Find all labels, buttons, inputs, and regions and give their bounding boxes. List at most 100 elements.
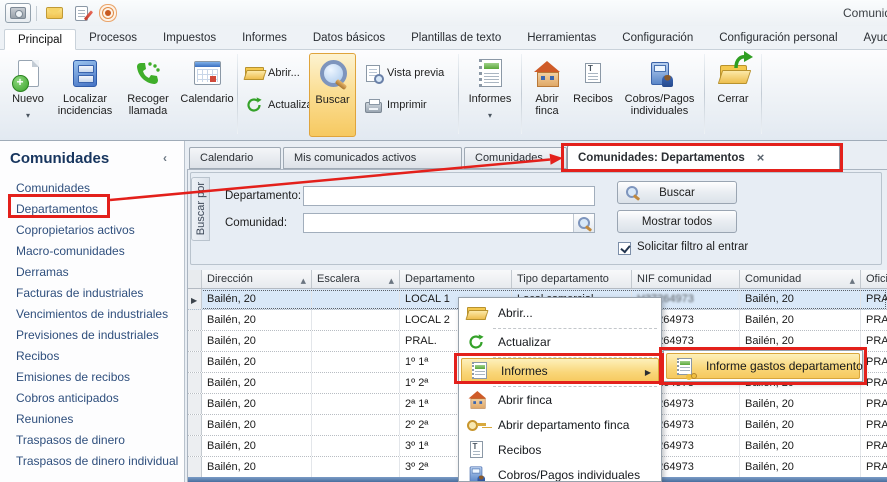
doc-tab-label: Mis comunicados activos — [294, 152, 416, 164]
report-icon — [473, 56, 507, 90]
abrir-label: Abrir... — [268, 67, 300, 79]
solicitar-filtro-checkbox[interactable] — [618, 242, 631, 255]
ribbon-tab-configuracion-personal[interactable]: Configuración personal — [706, 28, 850, 49]
sidebar-item-departamentos[interactable]: Departamentos — [16, 199, 98, 220]
column-header-direccion[interactable]: Dirección — [202, 270, 312, 288]
menu-item-abrir-departamento-finca[interactable]: Abrir departamento finca — [459, 412, 661, 437]
column-header-tipo[interactable]: Tipo departamento — [512, 270, 632, 288]
sidebar-item-emisiones[interactable]: Emisiones de recibos — [16, 367, 130, 388]
green-arrow-icon — [732, 50, 754, 70]
menu-item-actualizar[interactable]: Actualizar — [459, 329, 661, 354]
row-marker — [188, 394, 202, 414]
cell-escalera — [312, 436, 400, 456]
broadcast-button[interactable] — [95, 3, 121, 23]
recoger-llamada-button[interactable]: Recoger llamada — [119, 53, 177, 137]
folder-icon — [467, 306, 485, 320]
mail-button[interactable] — [41, 3, 67, 23]
localizar-incidencias-button[interactable]: Localizar incidencias — [53, 53, 117, 137]
cell-direccion: Bailén, 20 — [202, 352, 312, 372]
ribbon-tab-principal[interactable]: Principal — [4, 29, 76, 50]
ribbon-tab-configuracion[interactable]: Configuración — [609, 28, 706, 49]
notes-button[interactable] — [68, 3, 94, 23]
imprimir-button[interactable]: Imprimir — [364, 94, 427, 116]
cell-direccion: Bailén, 20 — [202, 289, 312, 309]
informes-ribbon-button[interactable]: Informes — [462, 53, 518, 137]
sidebar-item-comunidades[interactable]: Comunidades — [16, 178, 90, 199]
doc-tab-departamentos-active[interactable]: Comunidades: Departamentos — [567, 145, 840, 170]
doc-tab-comunidades[interactable]: Comunidades — [464, 147, 567, 169]
receipt-icon — [576, 56, 610, 90]
sidebar-item-facturas[interactable]: Facturas de industriales — [16, 283, 143, 304]
mostrar-todos-button[interactable]: Mostrar todos — [617, 210, 737, 233]
sidebar-item-derramas[interactable]: Derramas — [16, 262, 69, 283]
actualizar-button[interactable]: Actualizar — [245, 94, 316, 116]
buscar-por-label: Buscar por — [195, 182, 207, 235]
menu-item-informes[interactable]: Informes — [461, 358, 659, 383]
abrir-button[interactable]: Abrir... — [245, 62, 300, 84]
magnifier-icon — [318, 59, 348, 89]
abrir-finca-button[interactable]: Abrir finca — [525, 53, 569, 137]
cell-oficina: PRAC — [861, 310, 887, 330]
column-header-departamento[interactable]: Departamento — [400, 270, 512, 288]
sidebar-item-previsiones[interactable]: Previsiones de industriales — [16, 325, 159, 346]
application-window: Comunidades Principal Procesos Impuestos… — [0, 0, 887, 482]
sidebar-item-traspasos[interactable]: Traspasos de dinero — [16, 430, 125, 451]
ribbon-tab-bar: Principal Procesos Impuestos Informes Da… — [0, 26, 887, 50]
key-shape-icon — [467, 419, 486, 430]
cell-escalera — [312, 310, 400, 330]
open-folder-icon — [245, 64, 263, 82]
row-marker — [188, 457, 202, 477]
column-header-nif[interactable]: NIF comunidad — [632, 270, 740, 288]
calendario-button[interactable]: Calendario — [179, 53, 235, 137]
ribbon-tab-informes[interactable]: Informes — [229, 28, 300, 49]
ribbon-tab-datos-basicos[interactable]: Datos básicos — [300, 28, 398, 49]
cobros-pagos-button[interactable]: Cobros/Pagos individuales — [617, 53, 702, 137]
column-header-oficina[interactable]: Oficina — [861, 270, 887, 288]
column-header-escalera[interactable]: Escalera — [312, 270, 400, 288]
column-header-comunidad[interactable]: Comunidad — [740, 270, 861, 288]
report-sheet-icon — [677, 358, 692, 375]
recibos-ribbon-button[interactable]: Recibos — [571, 53, 615, 137]
cell-comunidad: Bailén, 20 — [740, 289, 861, 309]
nuevo-button[interactable]: Nuevo — [5, 53, 51, 137]
mail-icon — [46, 7, 63, 19]
ribbon-tab-impuestos[interactable]: Impuestos — [150, 28, 229, 49]
menu-item-recibos[interactable]: Recibos — [459, 437, 661, 462]
menu-item-abrir-finca[interactable]: Abrir finca — [459, 387, 661, 412]
sidebar-item-copropietarios[interactable]: Copropietarios activos — [16, 220, 135, 241]
menu-item-abrir[interactable]: Abrir... — [459, 300, 661, 325]
menu-item-cobros-pagos[interactable]: Cobros/Pagos individuales — [459, 462, 661, 482]
sidebar-item-traspasos-individual[interactable]: Traspasos de dinero individual — [16, 451, 178, 472]
ribbon-tab-herramientas[interactable]: Herramientas — [514, 28, 609, 49]
comunidad-input[interactable] — [303, 213, 595, 233]
vista-previa-button[interactable]: Vista previa — [364, 62, 444, 84]
sidebar-item-recibos[interactable]: Recibos — [16, 346, 59, 367]
sidebar-item-reuniones[interactable]: Reuniones — [16, 409, 73, 430]
app-menu-button[interactable] — [5, 3, 31, 23]
key-icon — [465, 414, 487, 436]
sidebar-item-macro-comunidades[interactable]: Macro-comunidades — [16, 241, 125, 262]
buscar-por-vertical-tab[interactable]: Buscar por — [191, 177, 210, 241]
sidebar-item-vencimientos[interactable]: Vencimientos de industriales — [16, 304, 168, 325]
ribbon-tab-plantillas[interactable]: Plantillas de texto — [398, 28, 514, 49]
sidebar-item-cobros-anticipados[interactable]: Cobros anticipados — [16, 388, 119, 409]
phone-handset-icon — [133, 58, 163, 88]
collapse-chevron-icon[interactable] — [158, 152, 172, 166]
submenu-item-informe-gastos[interactable]: Informe gastos departamento — [666, 353, 860, 379]
coins-icon — [691, 373, 697, 379]
buscar-button[interactable]: Buscar — [617, 181, 737, 204]
cabinet-icon — [68, 56, 102, 90]
report-coins-icon — [673, 355, 695, 377]
cerrar-button[interactable]: Cerrar — [708, 53, 758, 137]
cerrar-label: Cerrar — [717, 93, 748, 105]
doc-tab-comunicados[interactable]: Mis comunicados activos — [283, 147, 462, 169]
departamento-input[interactable] — [303, 186, 595, 206]
ribbon-tab-procesos[interactable]: Procesos — [76, 28, 150, 49]
cell-direccion: Bailén, 20 — [202, 415, 312, 435]
ribbon-tab-ayuda[interactable]: Ayuda — [851, 28, 887, 49]
doc-tab-calendario[interactable]: Calendario — [189, 147, 281, 169]
buscar-ribbon-button[interactable]: Buscar — [309, 53, 356, 137]
comunidad-lookup-button[interactable] — [573, 214, 594, 232]
comunidad-label: Comunidad: — [225, 217, 287, 229]
close-icon[interactable] — [757, 152, 765, 164]
